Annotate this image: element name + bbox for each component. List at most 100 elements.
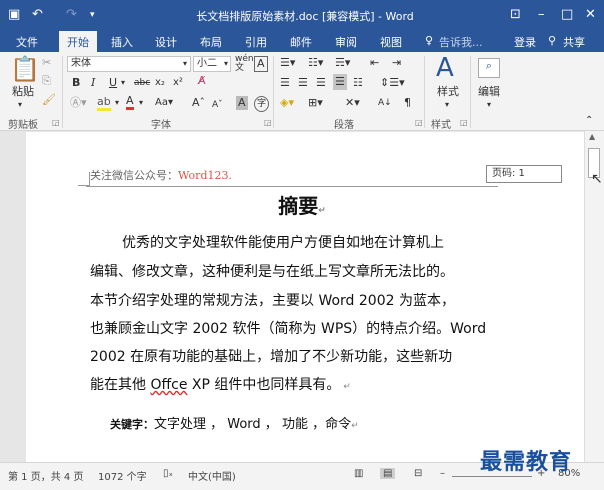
sort-icon[interactable]: A↓: [378, 96, 392, 110]
language-status[interactable]: 中文(中国): [188, 468, 236, 483]
italic-button[interactable]: I: [91, 76, 95, 90]
enclose-characters-icon[interactable]: 字: [254, 96, 270, 112]
editing-button[interactable]: 编辑: [478, 85, 500, 99]
align-right-icon[interactable]: ☰: [316, 76, 326, 90]
borders-icon[interactable]: ⊞▾: [308, 96, 323, 110]
cut-icon[interactable]: ✂: [42, 56, 51, 70]
superscript-button[interactable]: x²: [173, 76, 183, 90]
tab-home[interactable]: 开始: [59, 31, 97, 52]
tab-design[interactable]: 设计: [155, 34, 177, 50]
spelling-error-word[interactable]: Offce: [150, 377, 187, 393]
tab-view[interactable]: 视图: [380, 34, 402, 50]
tell-me-input[interactable]: 告诉我...: [439, 34, 483, 50]
share-button[interactable]: 共享: [563, 34, 585, 50]
tab-layout[interactable]: 布局: [200, 34, 222, 50]
highlight-dropdown-icon[interactable]: ▾: [115, 96, 119, 110]
text-effects-icon[interactable]: Ⓐ▾: [70, 96, 87, 110]
tab-review[interactable]: 审阅: [335, 34, 357, 50]
increase-indent-icon[interactable]: ⇥: [392, 56, 401, 70]
minimize-button[interactable]: –: [538, 6, 545, 24]
font-name-combo[interactable]: 宋体 ▾: [67, 56, 191, 72]
web-layout-icon[interactable]: ⊟: [414, 468, 422, 479]
paragraph-dialog-launcher-icon[interactable]: ◲: [415, 118, 423, 127]
styles-button[interactable]: 样式: [437, 85, 459, 99]
ribbon-display-options-icon[interactable]: ⊡: [510, 6, 521, 24]
separator: [273, 56, 274, 128]
tab-insert[interactable]: 插入: [111, 34, 133, 50]
bullets-icon[interactable]: ☰▾: [280, 56, 295, 70]
heading-text: 摘要: [278, 194, 319, 218]
format-painter-icon[interactable]: 🖌: [42, 93, 56, 107]
phonetic-guide-icon[interactable]: wén 文: [235, 55, 254, 73]
header-prefix: 关注微信公众号：: [90, 169, 178, 182]
body-line: 优秀的文字处理软件能使用户方便自如地在计算机上: [122, 235, 444, 251]
subscript-button[interactable]: x₂: [155, 76, 165, 90]
tab-file[interactable]: 文件: [16, 34, 38, 50]
highlight-color-icon[interactable]: ab: [97, 96, 111, 111]
sign-in-link[interactable]: 登录: [514, 34, 536, 50]
grow-font-icon[interactable]: Aˆ: [192, 96, 205, 110]
maximize-button[interactable]: □: [561, 6, 573, 24]
justify-icon[interactable]: ☰: [333, 74, 347, 90]
zoom-slider[interactable]: [452, 476, 532, 477]
page-count-status[interactable]: 第 1 页，共 4 页: [8, 468, 83, 483]
proofing-icon[interactable]: ▯ₓ: [163, 468, 173, 479]
separator: [424, 56, 425, 128]
decrease-indent-icon[interactable]: ⇤: [370, 56, 379, 70]
numbering-icon[interactable]: ☷▾: [308, 56, 323, 70]
zoom-out-button[interactable]: –: [440, 468, 445, 479]
share-icon[interactable]: ⚲: [548, 34, 556, 47]
underline-dropdown-icon[interactable]: ▾: [121, 76, 125, 90]
align-left-icon[interactable]: ☰: [280, 76, 290, 90]
character-border-icon[interactable]: A: [254, 56, 268, 72]
print-layout-icon[interactable]: ▤: [380, 468, 396, 479]
save-icon[interactable]: ▣: [8, 6, 20, 24]
lightbulb-icon: ♀: [425, 34, 434, 47]
tab-references[interactable]: 引用: [245, 34, 267, 50]
paragraph-mark-icon: ↵: [318, 206, 326, 216]
clear-formatting-icon[interactable]: A̸: [198, 74, 206, 88]
search-icon[interactable]: ⌕: [478, 58, 500, 78]
shrink-font-icon[interactable]: Aˇ: [212, 98, 223, 112]
keywords-text: 文字处理 ， Word ， 功能 ，命令: [154, 417, 352, 432]
shading-icon[interactable]: ◈▾: [280, 96, 294, 110]
distributed-icon[interactable]: ☷: [353, 76, 363, 90]
line-spacing-icon[interactable]: ⇕☰▾: [380, 76, 405, 90]
copy-icon[interactable]: ⎘: [42, 74, 51, 88]
separator: [470, 56, 471, 128]
read-mode-icon[interactable]: ▥: [354, 468, 363, 479]
strikethrough-button[interactable]: abc: [134, 76, 150, 90]
paste-button[interactable]: 粘贴: [12, 85, 34, 99]
show-marks-icon[interactable]: ¶: [404, 96, 411, 110]
font-color-icon[interactable]: A: [126, 95, 134, 110]
paste-dropdown-icon[interactable]: ▾: [18, 98, 22, 112]
styles-dropdown-icon[interactable]: ▾: [445, 98, 449, 112]
scroll-up-icon[interactable]: ▲: [589, 132, 595, 141]
ribbon-tabs: 文件 开始 插入 设计 布局 引用 邮件 审阅 视图 ♀ 告诉我... 登录 ⚲…: [0, 31, 604, 52]
undo-icon[interactable]: ↶: [32, 6, 43, 24]
character-shading-icon[interactable]: A: [236, 96, 248, 110]
paste-icon[interactable]: 📋: [10, 56, 40, 82]
word-count-status[interactable]: 1072 个字: [98, 468, 147, 483]
tab-mailings[interactable]: 邮件: [290, 34, 312, 50]
multilevel-list-icon[interactable]: ☴▾: [335, 56, 350, 70]
font-color-dropdown-icon[interactable]: ▾: [139, 96, 143, 110]
editing-dropdown-icon[interactable]: ▾: [487, 98, 491, 112]
close-button[interactable]: ✕: [585, 6, 596, 24]
styles-icon[interactable]: A: [436, 54, 454, 82]
clipboard-dialog-launcher-icon[interactable]: ◲: [52, 118, 60, 127]
collapse-ribbon-icon[interactable]: ⌃: [585, 114, 593, 128]
font-group-label: 字体: [151, 120, 171, 131]
change-case-icon[interactable]: Aa▾: [155, 96, 173, 110]
customize-quick-access-icon[interactable]: ▾: [90, 6, 95, 24]
chevron-down-icon: ▾: [223, 59, 228, 68]
underline-button[interactable]: U: [109, 76, 117, 90]
bold-button[interactable]: B: [72, 76, 80, 90]
align-center-icon[interactable]: ☰: [298, 76, 308, 90]
font-dialog-launcher-icon[interactable]: ◲: [264, 118, 272, 127]
redo-icon[interactable]: ↷: [66, 6, 77, 24]
font-size-combo[interactable]: 小二 ▾: [193, 56, 231, 72]
body-line: 编辑、修改文章，这种便利是与在纸上写文章所无法比的。: [90, 264, 454, 280]
styles-dialog-launcher-icon[interactable]: ◲: [460, 118, 468, 127]
chinese-layout-icon[interactable]: ✕▾: [345, 96, 360, 110]
